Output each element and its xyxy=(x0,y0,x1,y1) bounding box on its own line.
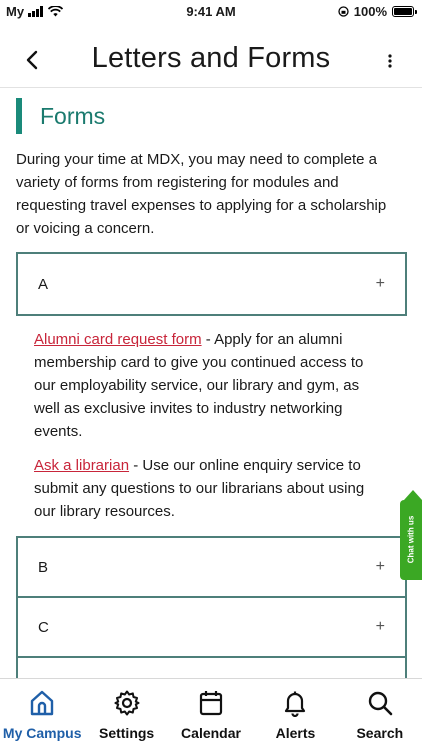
form-item: Ask a librarian - Use our online enquiry… xyxy=(34,454,384,523)
bell-icon xyxy=(285,691,306,717)
accordion-c[interactable]: C + xyxy=(16,596,407,658)
status-right: 100% xyxy=(338,4,417,19)
calendar-icon xyxy=(199,691,223,716)
tab-label: My Campus xyxy=(2,725,82,741)
form-link-alumni-card[interactable]: Alumni card request form xyxy=(34,331,202,348)
tab-my-campus[interactable]: My Campus xyxy=(0,679,84,750)
page-title: Letters and Forms xyxy=(91,42,331,74)
expand-icon: + xyxy=(375,558,385,575)
chat-label-wrap: Chat with us xyxy=(403,506,419,572)
accordion-b[interactable]: B + xyxy=(16,536,407,598)
tab-label: Calendar xyxy=(181,725,241,741)
accordion-header[interactable]: A + xyxy=(18,254,405,314)
expand-icon: + xyxy=(375,618,385,635)
section-heading: Forms xyxy=(16,98,105,134)
tab-label: Search xyxy=(356,725,404,741)
form-item: Alumni card request form - Apply for an … xyxy=(34,328,384,443)
tab-alerts[interactable]: Alerts xyxy=(253,679,337,750)
page-content[interactable]: Forms During your time at MDX, you may n… xyxy=(0,88,422,678)
accordion-label: C xyxy=(38,618,49,636)
accordion-a[interactable]: A + xyxy=(16,252,407,316)
tab-search[interactable]: Search xyxy=(338,679,422,750)
section-title: Forms xyxy=(40,102,106,129)
chat-with-us-button[interactable]: Chat with us xyxy=(400,490,422,580)
form-link-ask-librarian[interactable]: Ask a librarian xyxy=(34,457,129,474)
more-options-button[interactable] xyxy=(380,48,400,74)
accordion-header[interactable]: B + xyxy=(18,538,405,596)
intro-text: During your time at MDX, you may need to… xyxy=(16,151,387,237)
accent-bar xyxy=(16,98,22,134)
tab-calendar[interactable]: Calendar xyxy=(169,679,253,750)
chat-label: Chat with us xyxy=(406,515,416,563)
nav-header: Letters and Forms xyxy=(0,34,422,88)
tab-settings[interactable]: Settings xyxy=(84,679,168,750)
kebab-menu-icon xyxy=(388,54,392,68)
tab-label: Settings xyxy=(98,725,155,741)
accordion-next[interactable] xyxy=(16,656,407,678)
accordion-label: B xyxy=(38,558,49,576)
status-bar: My 9:41 AM 100% xyxy=(0,0,422,24)
bottom-tab-bar: My Campus Settings Calendar Alerts Searc… xyxy=(0,678,422,750)
accordion-header[interactable]: C + xyxy=(18,598,405,656)
tab-label: Alerts xyxy=(275,725,316,741)
battery-icon xyxy=(392,6,417,17)
orientation-lock-icon xyxy=(338,6,349,17)
accordion-label: A xyxy=(38,275,49,293)
battery-percent: 100% xyxy=(353,4,387,19)
gear-icon xyxy=(114,690,140,716)
search-icon xyxy=(368,691,393,716)
expand-icon: + xyxy=(375,275,385,292)
home-icon xyxy=(31,690,54,716)
